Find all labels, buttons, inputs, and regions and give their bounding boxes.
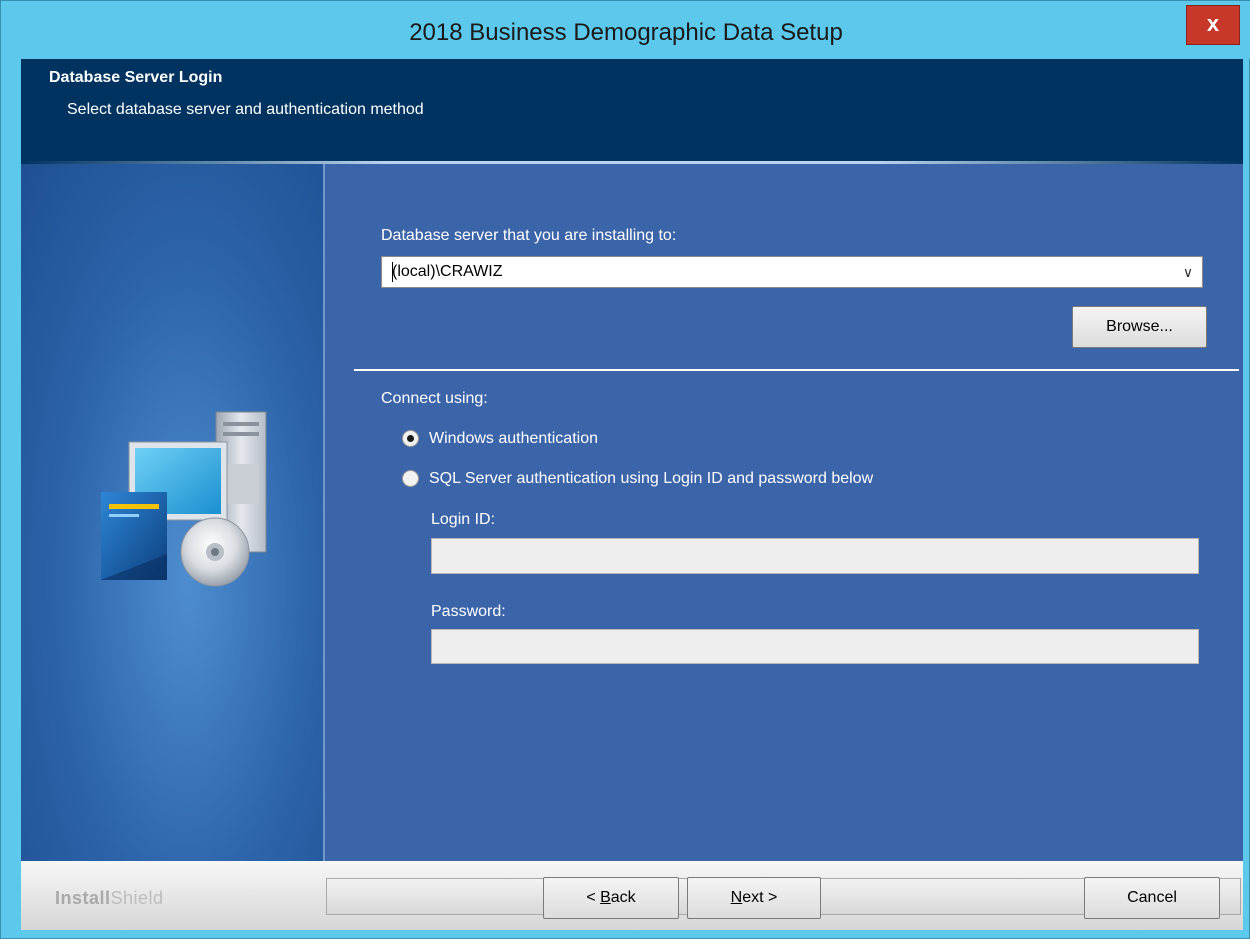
page-header: Database Server Login Select database se…: [21, 59, 1243, 163]
password-label: Password:: [431, 603, 506, 620]
close-icon: x: [1206, 11, 1220, 36]
setup-window: 2018 Business Demographic Data Setup x D…: [0, 0, 1250, 939]
login-id-field[interactable]: [431, 538, 1199, 574]
windows-auth-label[interactable]: Windows authentication: [429, 430, 598, 448]
password-field[interactable]: [431, 629, 1199, 664]
section-divider: [354, 369, 1239, 371]
back-button[interactable]: < Back: [543, 877, 679, 919]
sql-auth-label[interactable]: SQL Server authentication using Login ID…: [429, 470, 873, 488]
cancel-button[interactable]: Cancel: [1084, 877, 1220, 919]
close-button[interactable]: x: [1186, 5, 1240, 45]
sql-auth-radio[interactable]: [402, 470, 419, 487]
window-title: 2018 Business Demographic Data Setup: [409, 19, 843, 46]
windows-auth-radio[interactable]: [402, 430, 419, 447]
radio-selected-dot: [407, 435, 414, 442]
title-bar[interactable]: 2018 Business Demographic Data Setup x: [1, 1, 1250, 59]
computer-with-cd-icon: [101, 411, 267, 587]
installshield-logo: InstallShield: [55, 888, 164, 908]
next-button[interactable]: Next >: [687, 877, 821, 919]
page-subtitle: Select database server and authenticatio…: [67, 101, 424, 118]
chevron-down-icon[interactable]: ∨: [1176, 259, 1200, 285]
side-panel: [21, 164, 323, 861]
server-value: (local)\CRAWIZ: [392, 263, 503, 280]
browse-button[interactable]: Browse...: [1072, 306, 1207, 348]
server-combobox[interactable]: (local)\CRAWIZ ∨: [381, 256, 1203, 288]
connect-using-label: Connect using:: [381, 390, 488, 407]
page-title: Database Server Login: [49, 69, 223, 86]
login-id-label: Login ID:: [431, 511, 496, 528]
server-label: Database server that you are installing …: [381, 227, 677, 244]
